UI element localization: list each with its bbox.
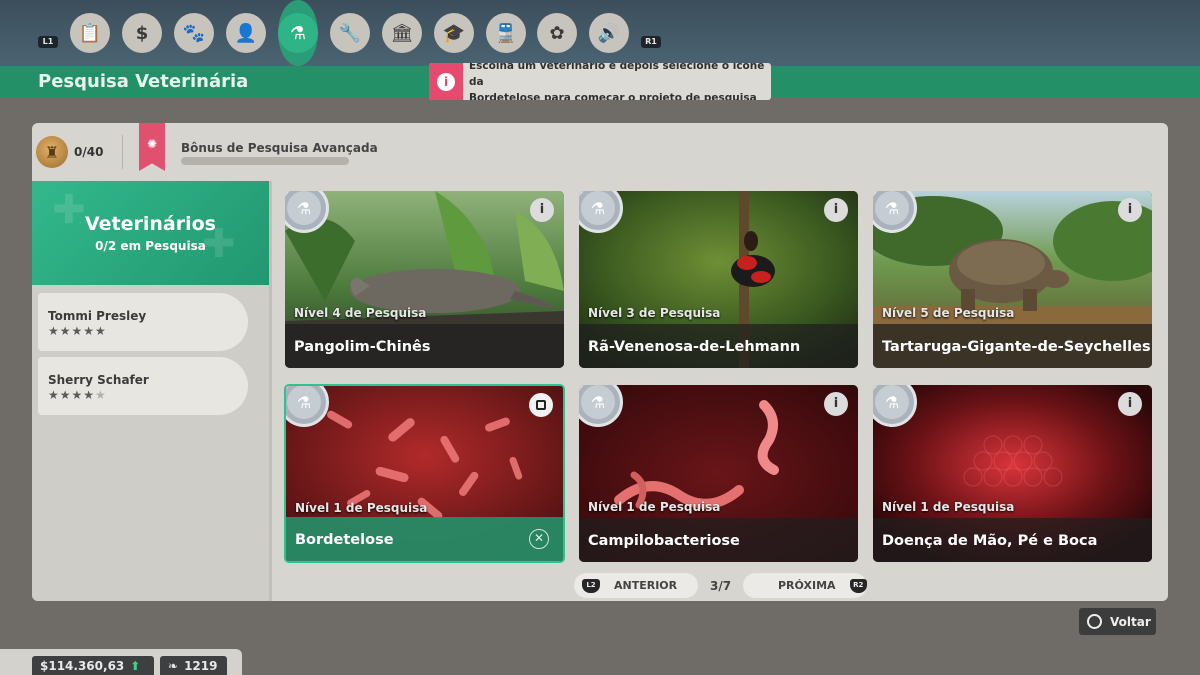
info-button[interactable]: i	[1118, 392, 1142, 416]
flower-icon: ✿	[549, 22, 565, 44]
tab-staff[interactable]: 👤	[226, 13, 266, 53]
tab-mechanic[interactable]: 🔧	[330, 13, 370, 53]
tab-finances[interactable]: $	[122, 13, 162, 53]
select-square-button[interactable]	[529, 393, 553, 417]
tab-education[interactable]: 🎓	[434, 13, 474, 53]
next-page-button[interactable]: PRÓXIMA R2	[743, 573, 867, 598]
next-label: PRÓXIMA	[778, 579, 836, 592]
flask-icon: ⚗	[581, 191, 615, 225]
tab-transport[interactable]: 🚆	[486, 13, 526, 53]
l1-button-hint[interactable]: L1	[38, 36, 58, 48]
back-label: Voltar	[1110, 614, 1151, 629]
tab-facilities[interactable]: 🏛	[382, 13, 422, 53]
keeper-icon: 👤	[234, 22, 258, 44]
page-title: Pesquisa Veterinária	[38, 71, 249, 92]
arrow-up-icon: ⬆	[130, 658, 141, 673]
research-card-frog[interactable]: ⚗ i Nível 3 de Pesquisa Rã-Venenosa-de-L…	[579, 191, 858, 368]
info-button[interactable]: i	[824, 198, 848, 222]
research-card-bordetelose[interactable]: ⚗ Nível 1 de Pesquisa Bordetelose ✕	[284, 384, 565, 563]
paw-icon: 🐾	[182, 22, 206, 44]
research-name: Doença de Mão, Pé e Boca	[882, 533, 1098, 549]
info-button[interactable]: i	[824, 392, 848, 416]
cross-decor-icon: ✚	[52, 187, 86, 233]
conservation-value: 1219	[184, 658, 218, 673]
graduation-cap-icon: 🎓	[442, 22, 466, 44]
flask-icon: ⚗	[287, 386, 321, 419]
vets-subtitle: 0/2 em Pesquisa	[95, 239, 206, 253]
info-button[interactable]: i	[530, 198, 554, 222]
train-icon: 🚆	[494, 22, 518, 44]
research-level: Nível 4 de Pesquisa	[294, 306, 427, 320]
flask-paw-icon: ⚗	[289, 22, 307, 44]
research-panel: ♜ 0/40 ✺ Bônus de Pesquisa Avançada ✚ ✚ …	[32, 123, 1168, 601]
back-button[interactable]: Voltar	[1079, 608, 1156, 635]
leaf-icon: ❧	[168, 658, 179, 673]
medal-icon: ♜	[36, 136, 68, 168]
info-icon: i	[437, 72, 455, 91]
tab-clipboard[interactable]: 📋	[70, 13, 110, 53]
tab-marketing[interactable]: 🔊	[589, 13, 629, 53]
research-level: Nível 5 de Pesquisa	[882, 306, 1015, 320]
flask-icon: ⚗	[875, 191, 909, 225]
speaker-icon: 🔊	[597, 22, 621, 44]
tooltip-line-2: Bordetelose para começar o projeto de pe…	[469, 91, 757, 101]
flask-icon: ⚗	[875, 385, 909, 419]
vet-name: Sherry Schafer	[48, 373, 149, 387]
vet-card-tommi-presley[interactable]: Tommi Presley ★★★★★	[38, 293, 248, 351]
clipboard-icon: 📋	[78, 22, 102, 44]
research-card-pangolin[interactable]: ⚗ i Nível 4 de Pesquisa Pangolim-Chinês	[285, 191, 564, 368]
previous-label: ANTERIOR	[614, 579, 678, 592]
bonus-label: Bônus de Pesquisa Avançada	[181, 141, 378, 155]
tab-vet-research[interactable]: ⚗	[278, 13, 318, 53]
research-name: Campilobacteriose	[588, 533, 740, 549]
research-name: Pangolim-Chinês	[294, 339, 431, 355]
previous-page-button[interactable]: L2 ANTERIOR	[574, 573, 698, 598]
flask-icon: ⚗	[287, 191, 321, 225]
flask-icon: ⚗	[581, 385, 615, 419]
research-name: Rã-Venenosa-de-Lehmann	[588, 339, 801, 355]
bonus-bar: ♜ 0/40 ✺ Bônus de Pesquisa Avançada	[32, 123, 1168, 181]
r1-button-hint[interactable]: R1	[641, 36, 661, 48]
vets-header: ✚ ✚ Veterinários 0/2 em Pesquisa	[32, 181, 269, 285]
l2-button-hint: L2	[582, 578, 600, 593]
info-button[interactable]: i	[1118, 198, 1142, 222]
vet-stars: ★★★★★	[48, 388, 107, 402]
money-bag-icon: $	[135, 22, 149, 44]
conservation-display: ❧ 1219	[160, 656, 227, 675]
research-points-count: 0/40	[74, 145, 104, 159]
cancel-icon[interactable]: ✕	[529, 529, 549, 549]
building-icon: 🏛	[390, 22, 414, 44]
research-level: Nível 3 de Pesquisa	[588, 306, 721, 320]
square-icon	[536, 400, 546, 410]
tab-animals[interactable]: 🐾	[174, 13, 214, 53]
divider	[122, 135, 123, 169]
research-card-campylobacter[interactable]: ⚗ i Nível 1 de Pesquisa Campilobacterios…	[579, 385, 858, 562]
research-card-tortoise[interactable]: ⚗ i Nível 5 de Pesquisa Tartaruga-Gigant…	[873, 191, 1152, 368]
ribbon-icon: ✺	[139, 123, 165, 171]
vets-title: Veterinários	[85, 213, 216, 235]
research-level: Nível 1 de Pesquisa	[588, 500, 721, 514]
money-display: $114.360,63 ⬆	[32, 656, 154, 675]
hint-tooltip: i Escolha um veterinário e depois seleci…	[429, 63, 771, 100]
r2-button-hint: R2	[849, 578, 867, 593]
research-name: Bordetelose	[295, 532, 394, 548]
vet-list: Tommi Presley ★★★★★ Sherry Schafer ★★★★★	[32, 285, 269, 601]
sidebar-separator	[269, 181, 272, 601]
tooltip-line-1: Escolha um veterinário e depois selecion…	[469, 63, 765, 88]
tab-scenery[interactable]: ✿	[537, 13, 577, 53]
research-level: Nível 1 de Pesquisa	[295, 501, 428, 515]
vet-name: Tommi Presley	[48, 309, 147, 323]
money-value: $114.360,63	[40, 658, 125, 673]
research-name: Tartaruga-Gigante-de-Seychelles	[882, 339, 1151, 355]
page-indicator: 3/7	[710, 579, 732, 593]
vet-card-sherry-schafer[interactable]: Sherry Schafer ★★★★★	[38, 357, 248, 415]
wrench-icon: 🔧	[338, 22, 362, 44]
circle-button-icon	[1087, 614, 1102, 629]
research-card-hand-foot-mouth[interactable]: ⚗ i Nível 1 de Pesquisa Doença de Mão, P…	[873, 385, 1152, 562]
research-level: Nível 1 de Pesquisa	[882, 500, 1015, 514]
bonus-progress-bar	[181, 157, 349, 165]
vet-stars: ★★★★★	[48, 324, 107, 338]
